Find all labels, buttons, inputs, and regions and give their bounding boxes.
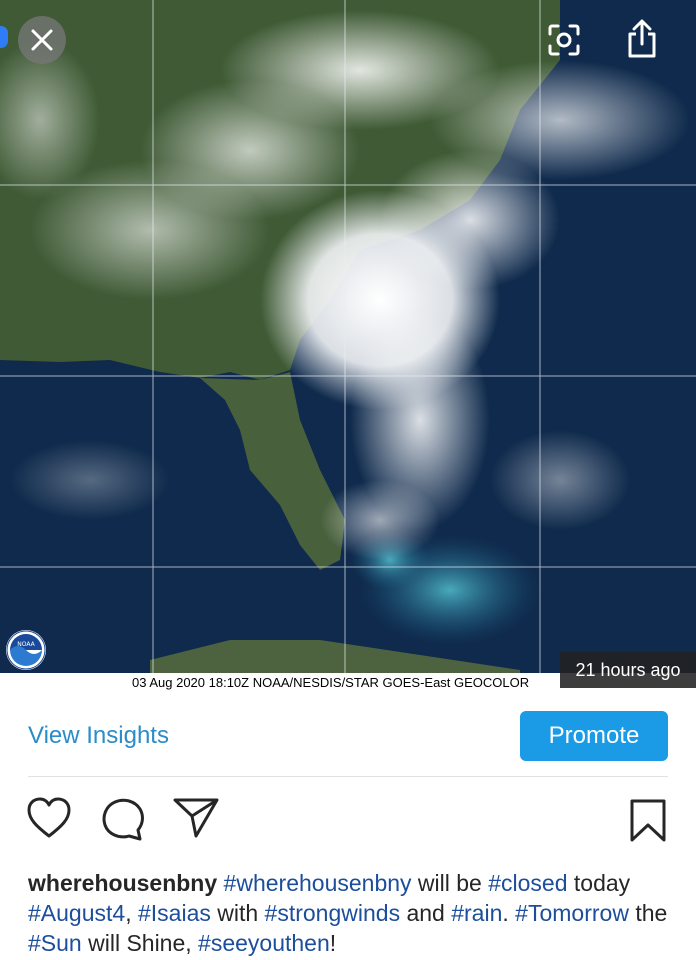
hashtag-link[interactable]: #Tomorrow: [515, 900, 629, 926]
post-media[interactable]: NOAA 03 Aug 2020 18:10Z NOAA/NESDIS/STAR…: [0, 0, 696, 692]
scan-icon: [548, 24, 580, 56]
share-button[interactable]: [624, 18, 660, 60]
view-insights-link[interactable]: View Insights: [28, 722, 169, 750]
send-button[interactable]: [172, 796, 220, 845]
hashtag-link[interactable]: #rain: [451, 900, 502, 926]
username[interactable]: wherehousenbny: [28, 870, 217, 896]
caption-text: .: [502, 900, 516, 926]
save-button[interactable]: [628, 798, 668, 849]
time-ago-badge: 21 hours ago: [560, 652, 696, 688]
caption-text: !: [329, 930, 337, 956]
comment-button[interactable]: [100, 796, 146, 847]
send-icon: [173, 798, 219, 838]
scan-button[interactable]: [544, 20, 584, 60]
story-indicator: [0, 26, 8, 48]
caption-text: ,: [125, 900, 138, 926]
caption-text: today: [567, 870, 631, 896]
close-icon: [31, 29, 53, 51]
hashtag-link[interactable]: #closed: [488, 870, 567, 896]
hashtag-link[interactable]: #wherehousenbny: [224, 870, 412, 896]
post-caption: wherehousenbny #wherehousenbny will be #…: [28, 868, 678, 958]
hashtag-link[interactable]: #seeyouthen: [198, 930, 330, 956]
caption-text: the: [628, 900, 668, 926]
caption-text: with: [210, 900, 265, 926]
caption-text: and: [400, 900, 452, 926]
image-caption: 03 Aug 2020 18:10Z NOAA/NESDIS/STAR GOES…: [132, 675, 530, 690]
heart-icon: [27, 797, 71, 838]
caption-text: will be: [411, 870, 489, 896]
hashtag-link[interactable]: #Isaias: [138, 900, 211, 926]
divider: [28, 776, 668, 777]
share-icon: [628, 19, 656, 58]
hashtag-link[interactable]: #Sun: [28, 930, 82, 956]
like-button[interactable]: [26, 796, 72, 845]
promote-button[interactable]: Promote: [520, 711, 668, 761]
noaa-logo: NOAA: [6, 630, 46, 670]
close-button[interactable]: [18, 16, 66, 64]
svg-text:NOAA: NOAA: [17, 641, 35, 648]
satellite-image: [0, 0, 696, 692]
insights-row: View Insights Promote: [0, 692, 696, 778]
comment-icon: [102, 798, 144, 841]
action-bar: [0, 796, 696, 852]
hashtag-link[interactable]: #strongwinds: [265, 900, 401, 926]
bookmark-icon: [630, 799, 666, 842]
caption-text: will Shine,: [81, 930, 199, 956]
hashtag-link[interactable]: #August4: [28, 900, 125, 926]
